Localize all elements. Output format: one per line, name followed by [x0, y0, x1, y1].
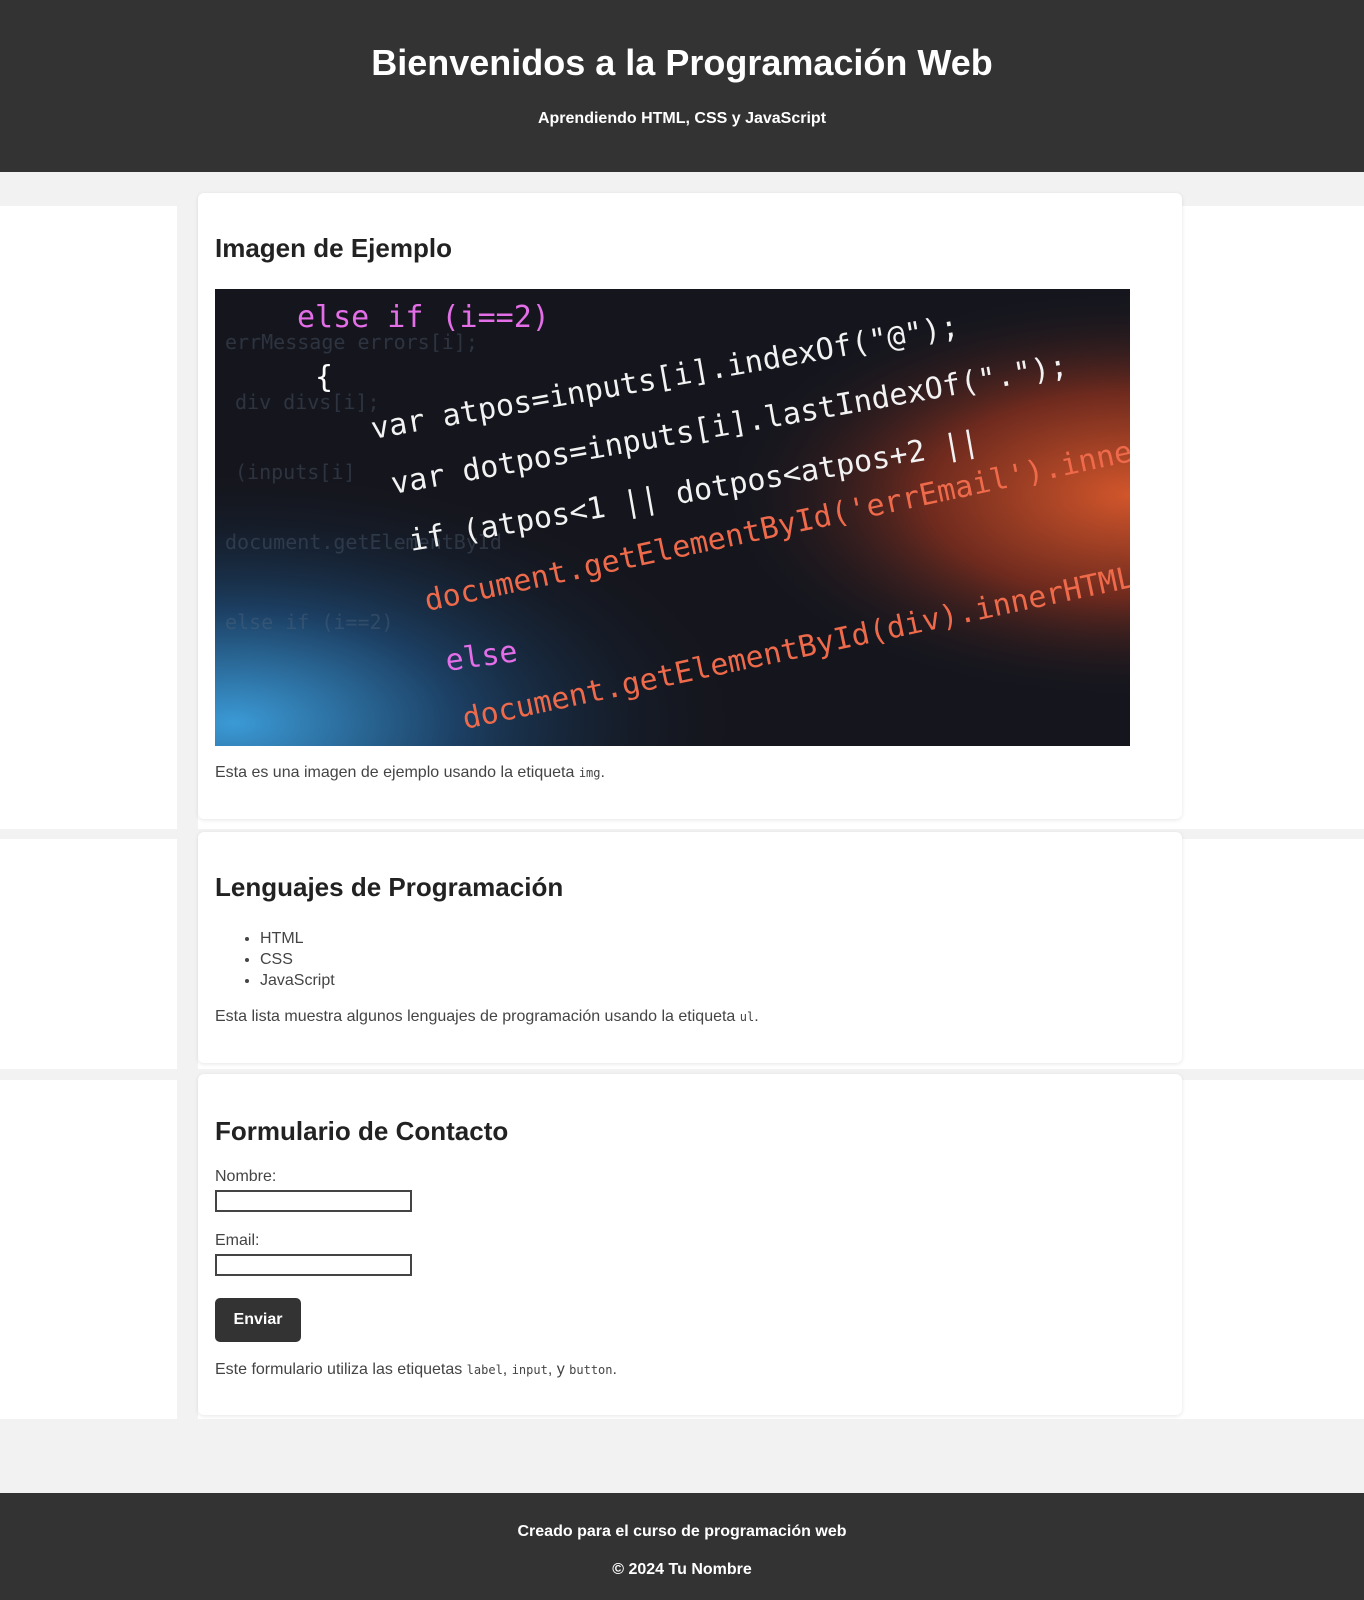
- contact-section: Formulario de Contacto Nombre: Email: En…: [198, 1074, 1182, 1415]
- page-subtitle: Aprendiendo HTML, CSS y JavaScript: [537, 110, 827, 127]
- image-section: Imagen de Ejemplo errMessage errors[i]; …: [198, 193, 1182, 819]
- inline-code: ul: [739, 1010, 755, 1024]
- footer-course-text: Creado para el curso de programación web: [517, 1523, 847, 1540]
- section-gap: [177, 206, 198, 829]
- inline-code: img: [578, 766, 601, 780]
- contact-section-description: Este formulario utiliza las etiquetas la…: [215, 1361, 617, 1378]
- page-title: Bienvenidos a la Programación Web: [371, 42, 993, 83]
- name-field[interactable]: [215, 1190, 412, 1212]
- svg-text:div divs[i];: div divs[i];: [235, 390, 380, 414]
- languages-section-description: Esta lista muestra algunos lenguajes de …: [215, 1008, 759, 1025]
- section-gap: [177, 1080, 198, 1419]
- code-line: {: [315, 360, 333, 395]
- footer-copyright: © 2024 Tu Nombre: [612, 1561, 752, 1578]
- languages-section: Lenguajes de Programación HTML CSS JavaS…: [198, 832, 1182, 1063]
- inline-code: input: [511, 1363, 548, 1377]
- image-section-description: Esta es una imagen de ejemplo usando la …: [215, 764, 605, 781]
- contact-section-heading: Formulario de Contacto: [215, 1116, 509, 1146]
- svg-text:(inputs[i]: (inputs[i]: [235, 460, 355, 484]
- inline-code: button: [569, 1363, 613, 1377]
- page-header: Bienvenidos a la Programación Web Aprend…: [0, 0, 1364, 172]
- list-item: JavaScript: [260, 970, 335, 991]
- svg-text:else if (i==2): else if (i==2): [225, 610, 394, 634]
- list-item: CSS: [260, 949, 335, 970]
- email-field[interactable]: [215, 1254, 412, 1276]
- page-footer: Creado para el curso de programación web…: [0, 1493, 1364, 1600]
- code-example-image: errMessage errors[i]; div divs[i]; (inpu…: [215, 289, 1130, 746]
- email-label: Email:: [215, 1232, 260, 1249]
- inline-code: label: [466, 1363, 503, 1377]
- languages-list: HTML CSS JavaScript: [215, 928, 335, 991]
- list-item: HTML: [260, 928, 335, 949]
- name-label: Nombre:: [215, 1168, 277, 1185]
- languages-section-heading: Lenguajes de Programación: [215, 872, 564, 902]
- image-section-heading: Imagen de Ejemplo: [215, 233, 452, 263]
- section-gap: [177, 839, 198, 1069]
- code-line: else if (i==2): [297, 300, 550, 335]
- submit-button[interactable]: Enviar: [215, 1298, 301, 1342]
